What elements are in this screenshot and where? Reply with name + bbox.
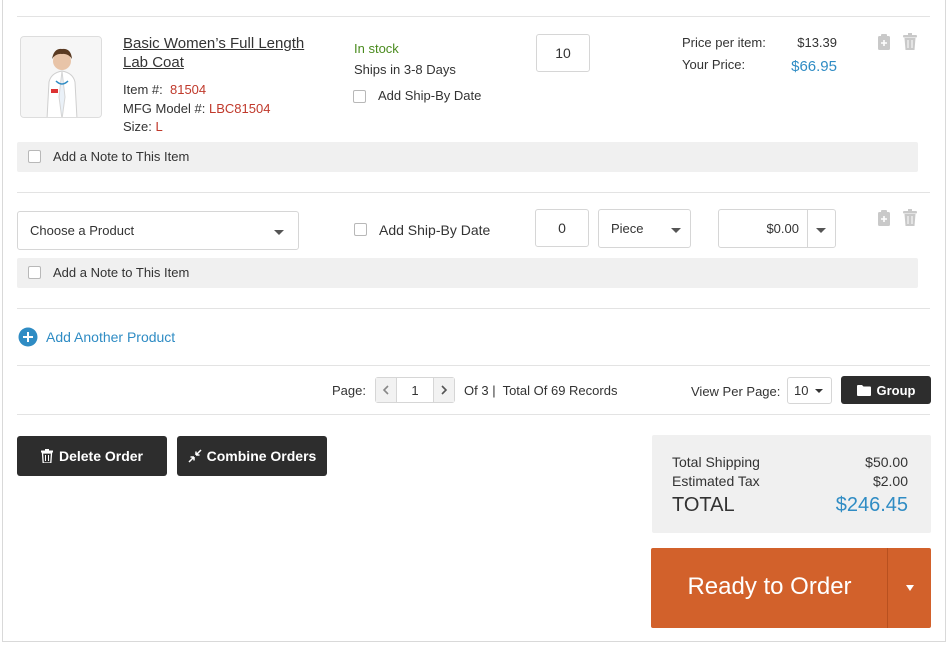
item-note-bar[interactable]: Add a Note to This Item — [17, 258, 918, 288]
group-button[interactable]: Group — [841, 376, 931, 404]
model-number-label: MFG Model #: — [123, 101, 206, 116]
price-value: $0.00 — [766, 221, 799, 236]
your-price-value: $66.95 — [791, 58, 837, 75]
current-page-input[interactable]: 1 — [397, 383, 433, 398]
page-of-text: Of 3 | Total Of 69 Records — [464, 383, 618, 398]
chevron-down-icon[interactable] — [816, 228, 826, 233]
chevron-left-icon[interactable] — [376, 378, 397, 402]
product-title-link[interactable]: Basic Women’s Full Length Lab Coat — [123, 34, 318, 72]
plus-circle-icon — [18, 327, 38, 347]
divider — [17, 16, 930, 17]
ship-by-label: Add Ship-By Date — [378, 88, 482, 103]
note-checkbox[interactable] — [28, 266, 41, 279]
trash-icon[interactable] — [903, 209, 917, 230]
choose-product-text: Choose a Product — [30, 223, 135, 238]
size-label: Size: — [123, 119, 152, 134]
tax-label: Estimated Tax — [672, 473, 760, 489]
price-input[interactable]: $0.00 — [718, 209, 836, 248]
quantity-input[interactable]: 0 — [535, 209, 589, 247]
model-number-row: MFG Model #: LBC81504 — [123, 100, 270, 118]
note-label: Add a Note to This Item — [53, 149, 190, 164]
chevron-down-icon — [671, 228, 681, 233]
lab-coat-image — [21, 37, 101, 117]
model-number-value: LBC81504 — [208, 101, 271, 116]
total-value: $246.45 — [835, 494, 908, 516]
total-label: TOTAL — [672, 494, 735, 516]
save-for-later-icon[interactable] — [877, 33, 891, 54]
divider — [17, 365, 930, 366]
ready-to-order-label: Ready to Order — [687, 573, 852, 600]
price-divider — [807, 210, 808, 247]
chevron-down-icon[interactable] — [888, 548, 931, 628]
ship-by-label: Add Ship-By Date — [379, 222, 491, 238]
add-another-product-label: Add Another Product — [46, 329, 176, 345]
ship-by-checkbox[interactable] — [353, 90, 366, 103]
view-per-page-label: View Per Page: — [691, 384, 781, 399]
per-page-select[interactable]: 10 — [787, 377, 832, 404]
quantity-input[interactable]: 10 — [536, 34, 590, 72]
delete-order-label: Delete Order — [58, 448, 144, 464]
item-number-value: 81504 — [169, 82, 207, 97]
shipping-label: Total Shipping — [672, 454, 760, 470]
product-thumbnail[interactable] — [20, 36, 102, 118]
combine-orders-button[interactable]: Combine Orders — [177, 436, 327, 476]
page-stepper[interactable]: 1 — [375, 377, 455, 403]
size-row: Size: L — [123, 118, 163, 136]
order-summary: Total Shipping $50.00 Estimated Tax $2.0… — [652, 435, 931, 533]
item-note-bar[interactable]: Add a Note to This Item — [17, 142, 918, 172]
item-number-label: Item #: — [123, 82, 163, 97]
combine-orders-label: Combine Orders — [206, 448, 317, 464]
unit-select[interactable]: Piece — [598, 209, 691, 248]
your-price-label: Your Price: — [682, 57, 746, 72]
stock-status: In stock — [354, 41, 399, 56]
divider — [17, 192, 930, 193]
page-label: Page: — [332, 383, 366, 398]
chevron-down-icon — [815, 389, 823, 393]
add-another-product-link[interactable]: Add Another Product — [18, 327, 175, 347]
page-count: Of 3 — [464, 383, 489, 398]
chevron-right-icon[interactable] — [433, 378, 454, 402]
price-per-item-value: $13.39 — [797, 35, 837, 50]
note-checkbox[interactable] — [28, 150, 41, 163]
shipping-value: $50.00 — [865, 454, 908, 470]
chevron-down-icon — [274, 230, 284, 235]
unit-value: Piece — [611, 221, 644, 236]
folder-icon — [856, 384, 871, 396]
save-for-later-icon[interactable] — [877, 209, 891, 230]
group-label: Group — [876, 382, 916, 398]
delete-order-button[interactable]: Delete Order — [17, 436, 167, 476]
record-count: Total Of 69 Records — [502, 383, 618, 398]
item-number-row: Item #: 81504 — [123, 81, 206, 99]
trash-icon[interactable] — [903, 33, 917, 54]
divider — [17, 308, 930, 309]
divider — [17, 414, 930, 415]
trash-icon — [40, 449, 53, 463]
ships-text: Ships in 3-8 Days — [354, 62, 456, 77]
note-label: Add a Note to This Item — [53, 265, 190, 280]
price-per-item-label: Price per item: — [682, 35, 766, 50]
ship-by-checkbox[interactable] — [354, 223, 367, 236]
choose-product-select[interactable]: Choose a Product — [17, 211, 299, 250]
size-value: L — [155, 119, 163, 134]
tax-value: $2.00 — [872, 473, 908, 489]
per-page-value: 10 — [794, 383, 809, 398]
compress-icon — [188, 449, 202, 463]
ready-to-order-button[interactable]: Ready to Order — [651, 548, 931, 628]
